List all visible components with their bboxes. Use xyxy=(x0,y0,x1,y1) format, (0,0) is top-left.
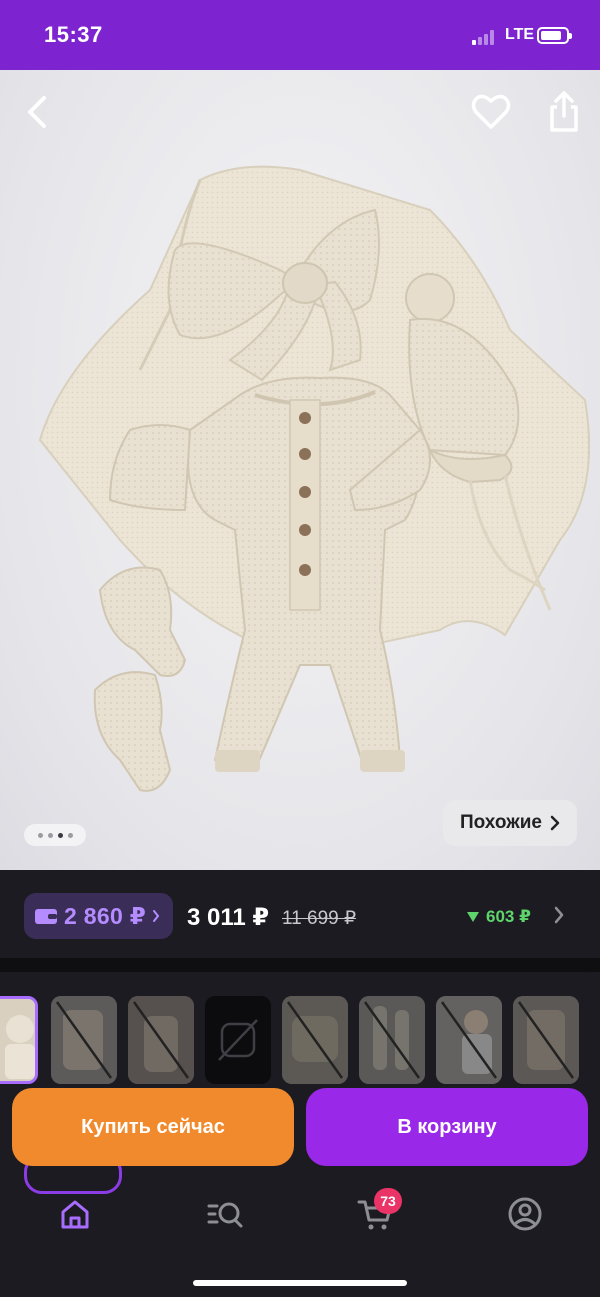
similar-label: Похожие xyxy=(460,812,542,833)
status-time: 15:37 xyxy=(44,22,103,47)
current-price: 3 011 ₽ xyxy=(187,904,270,931)
gallery-page-indicator xyxy=(24,824,86,846)
variant-thumbnail[interactable] xyxy=(513,996,579,1084)
variant-thumbnail[interactable] xyxy=(0,996,38,1084)
back-icon[interactable] xyxy=(20,94,56,130)
variant-thumbnail[interactable] xyxy=(282,996,348,1084)
wallet-price-chip[interactable]: 2 860 ₽ xyxy=(24,893,173,939)
variant-thumbnail[interactable] xyxy=(128,996,194,1084)
panel-divider xyxy=(0,958,600,972)
price-panel: 2 860 ₽ 3 011 ₽ 11 699 ₽ 603 ₽ xyxy=(0,870,600,962)
similar-button[interactable]: Похожие xyxy=(443,800,577,846)
network-type: LTE xyxy=(505,26,535,43)
variant-selector xyxy=(0,972,600,1092)
variant-thumbnail[interactable] xyxy=(51,996,117,1084)
battery-icon xyxy=(537,27,572,44)
old-price: 11 699 ₽ xyxy=(282,908,357,929)
favorite-heart-icon[interactable] xyxy=(470,92,512,132)
chevron-right-icon xyxy=(153,910,160,922)
product-image-gallery[interactable]: Похожие xyxy=(0,70,600,870)
buy-now-button[interactable]: Купить сейчас xyxy=(12,1088,294,1166)
no-image-icon xyxy=(218,1019,258,1061)
chevron-right-icon[interactable] xyxy=(553,906,565,924)
bonus-value: 603 ₽ xyxy=(486,907,531,926)
wallet-icon xyxy=(35,909,57,924)
add-to-cart-button[interactable]: В корзину xyxy=(306,1088,588,1166)
triangle-down-icon xyxy=(467,912,479,922)
wallet-price: 2 860 ₽ xyxy=(64,902,147,929)
home-icon[interactable] xyxy=(55,1194,95,1234)
chevron-right-icon xyxy=(550,815,560,831)
bonus-amount[interactable]: 603 ₽ xyxy=(466,907,531,927)
product-photo xyxy=(38,165,591,792)
variant-thumbnail[interactable] xyxy=(359,996,425,1084)
catalog-search-icon[interactable] xyxy=(205,1194,245,1234)
share-icon[interactable] xyxy=(544,90,584,134)
status-bar: 15:37 LTE xyxy=(0,0,600,70)
cart-count-badge: 73 xyxy=(374,1188,402,1214)
variant-thumbnail[interactable] xyxy=(436,996,502,1084)
home-indicator xyxy=(193,1280,407,1286)
profile-icon[interactable] xyxy=(505,1194,545,1234)
variant-thumbnail-no-image[interactable] xyxy=(205,996,271,1084)
signal-icon xyxy=(472,29,500,45)
